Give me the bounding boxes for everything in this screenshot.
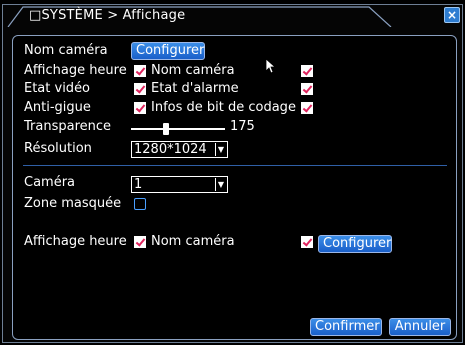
transparency-label: Transparence: [24, 119, 112, 134]
title-bar: □SYSTÈME > Affichage ×: [3, 5, 462, 31]
section-divider: [23, 165, 447, 166]
mask-zone-checkbox[interactable]: [134, 198, 146, 210]
transparency-slider-thumb[interactable]: [162, 123, 169, 135]
display-settings-window: □SYSTÈME > Affichage × Nom caméra Config…: [2, 4, 463, 343]
cam-name-checkbox[interactable]: [301, 236, 313, 248]
cam-show-time-label: Affichage heure: [24, 234, 127, 249]
video-state-label: Etat vidéo: [24, 81, 91, 96]
transparency-value: 175: [230, 119, 255, 134]
video-state-checkbox[interactable]: [134, 83, 146, 95]
camera-name-checkbox[interactable]: [301, 65, 313, 77]
mouse-pointer-icon: [265, 58, 277, 74]
transparency-slider-track[interactable]: [131, 128, 225, 130]
resolution-label: Résolution: [24, 141, 92, 156]
settings-panel: Nom caméra Configurer Affichage heure No…: [12, 35, 457, 340]
chevron-down-icon: ▼: [215, 178, 226, 191]
show-time-checkbox[interactable]: [134, 65, 146, 77]
camera-name-label: Nom caméra: [24, 43, 108, 58]
camera-select[interactable]: 1 ▼: [131, 176, 228, 193]
window-title: □SYSTÈME > Affichage: [29, 8, 186, 23]
camera-label: Caméra: [24, 175, 76, 190]
bitrate-info-label: Infos de bit de codage: [151, 100, 296, 115]
alarm-state-checkbox[interactable]: [301, 83, 313, 95]
confirm-button[interactable]: Confirmer: [310, 318, 382, 336]
close-button[interactable]: ×: [444, 7, 460, 23]
configure-cam-overlay-button[interactable]: Configurer: [318, 235, 392, 253]
cam-name-label: Nom caméra: [151, 234, 235, 249]
cancel-button[interactable]: Annuler: [389, 318, 451, 336]
camera-value: 1: [134, 177, 143, 192]
anti-flicker-checkbox[interactable]: [134, 102, 146, 114]
mask-zone-label: Zone masquée: [24, 196, 122, 211]
anti-flicker-label: Anti-gigue: [24, 100, 91, 115]
resolution-select[interactable]: 1280*1024 ▼: [131, 141, 228, 158]
resolution-value: 1280*1024: [134, 142, 207, 157]
show-time-label: Affichage heure: [24, 63, 127, 78]
alarm-state-label: Etat d'alarme: [151, 81, 239, 96]
bitrate-info-checkbox[interactable]: [301, 102, 313, 114]
configure-camera-name-button[interactable]: Configurer: [131, 42, 205, 60]
camera-name-check-label: Nom caméra: [151, 63, 235, 78]
chevron-down-icon: ▼: [215, 143, 226, 156]
cam-show-time-checkbox[interactable]: [134, 236, 146, 248]
